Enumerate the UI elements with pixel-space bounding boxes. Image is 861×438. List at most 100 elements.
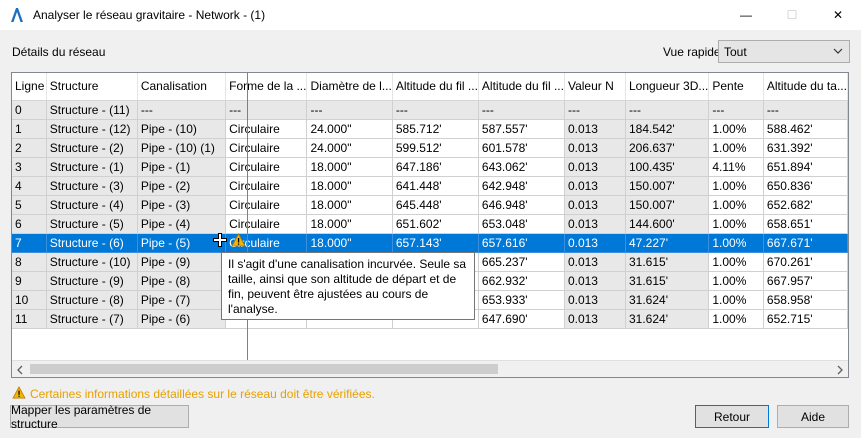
- table-cell[interactable]: 653.933': [478, 290, 565, 310]
- close-button[interactable]: ✕: [815, 0, 861, 30]
- table-cell[interactable]: Structure - (2): [46, 138, 138, 158]
- table-cell[interactable]: 24.000": [306, 138, 393, 158]
- table-cell[interactable]: Structure - (6): [46, 233, 138, 253]
- scroll-right-icon[interactable]: [836, 364, 844, 377]
- table-cell[interactable]: Pipe - (7): [137, 290, 227, 310]
- curved-pipe-warning-icon[interactable]: [231, 233, 246, 250]
- table-cell[interactable]: 18.000": [306, 233, 393, 253]
- table-cell[interactable]: 642.948': [478, 176, 565, 196]
- table-cell[interactable]: 0: [12, 100, 47, 120]
- table-cell[interactable]: 100.435': [625, 157, 710, 177]
- table-cell[interactable]: 7: [12, 233, 47, 253]
- table-row[interactable]: 5 Structure - (4) Pipe - (3) Circulaire 18.0…: [12, 195, 848, 215]
- table-cell[interactable]: Structure - (5): [46, 214, 138, 234]
- table-cell[interactable]: 0.013: [564, 157, 626, 177]
- table-cell[interactable]: 1.00%: [708, 176, 764, 196]
- table-cell[interactable]: 18.000": [306, 157, 393, 177]
- table-cell[interactable]: 653.048': [478, 214, 565, 234]
- table-row[interactable]: 1 Structure - (12) Pipe - (10) Circulaire 24…: [12, 119, 848, 139]
- table-cell[interactable]: 31.615': [625, 271, 710, 291]
- table-cell[interactable]: 8: [12, 252, 47, 272]
- table-cell[interactable]: 2: [12, 138, 47, 158]
- table-cell[interactable]: 5: [12, 195, 47, 215]
- table-cell[interactable]: Structure - (12): [46, 119, 138, 139]
- table-cell[interactable]: ---: [137, 100, 227, 120]
- table-cell[interactable]: Pipe - (10): [137, 119, 227, 139]
- table-cell[interactable]: Pipe - (9): [137, 252, 227, 272]
- table-cell[interactable]: 31.624': [625, 309, 710, 329]
- table-cell[interactable]: 18.000": [306, 176, 393, 196]
- column-header[interactable]: Longueur 3D...: [625, 73, 710, 101]
- table-cell[interactable]: 1.00%: [708, 271, 764, 291]
- table-cell[interactable]: 647.186': [392, 157, 479, 177]
- table-cell[interactable]: Structure - (3): [46, 176, 138, 196]
- table-cell[interactable]: ---: [708, 100, 764, 120]
- table-cell[interactable]: 47.227': [625, 233, 710, 253]
- table-row[interactable]: 6 Structure - (5) Pipe - (4) Circulaire 18.0…: [12, 214, 848, 234]
- table-cell[interactable]: 647.690': [478, 309, 565, 329]
- table-cell[interactable]: Structure - (11): [46, 100, 138, 120]
- table-cell[interactable]: 667.957': [763, 271, 848, 291]
- column-header[interactable]: Altitude du fil ...: [392, 73, 479, 101]
- table-cell[interactable]: Circulaire: [225, 214, 308, 234]
- table-cell[interactable]: 1.00%: [708, 138, 764, 158]
- column-header[interactable]: Canalisation: [137, 73, 227, 101]
- column-header[interactable]: Pente: [708, 73, 764, 101]
- table-cell[interactable]: 1.00%: [708, 195, 764, 215]
- minimize-button[interactable]: —: [723, 0, 769, 30]
- table-cell[interactable]: 0.013: [564, 119, 626, 139]
- table-cell[interactable]: 585.712': [392, 119, 479, 139]
- table-cell[interactable]: 4.11%: [708, 157, 764, 177]
- table-cell[interactable]: 631.392': [763, 138, 848, 158]
- table-cell[interactable]: 0.013: [564, 214, 626, 234]
- table-cell[interactable]: 0.013: [564, 271, 626, 291]
- scrollbar-thumb[interactable]: [30, 364, 498, 374]
- table-cell[interactable]: Circulaire: [225, 119, 308, 139]
- help-button[interactable]: Aide: [777, 405, 849, 428]
- table-cell[interactable]: Pipe - (2): [137, 176, 227, 196]
- column-header[interactable]: Ligne: [12, 73, 47, 101]
- table-cell[interactable]: 1.00%: [708, 252, 764, 272]
- table-cell[interactable]: Pipe - (1): [137, 157, 227, 177]
- table-cell[interactable]: Structure - (1): [46, 157, 138, 177]
- table-cell[interactable]: Circulaire: [225, 157, 308, 177]
- table-cell[interactable]: Pipe - (10) (1): [137, 138, 227, 158]
- horizontal-scrollbar[interactable]: [12, 360, 848, 377]
- table-cell[interactable]: 658.958': [763, 290, 848, 310]
- table-cell[interactable]: Pipe - (6): [137, 309, 227, 329]
- table-cell[interactable]: ---: [564, 100, 626, 120]
- table-cell[interactable]: Circulaire: [225, 195, 308, 215]
- table-cell[interactable]: 650.836': [763, 176, 848, 196]
- table-cell[interactable]: Structure - (7): [46, 309, 138, 329]
- table-cell[interactable]: 18.000": [306, 195, 393, 215]
- table-cell[interactable]: 3: [12, 157, 47, 177]
- table-cell[interactable]: 588.462': [763, 119, 848, 139]
- table-cell[interactable]: 665.237': [478, 252, 565, 272]
- scroll-left-icon[interactable]: [16, 364, 24, 377]
- table-cell[interactable]: 646.948': [478, 195, 565, 215]
- table-cell[interactable]: ---: [763, 100, 848, 120]
- table-cell[interactable]: 1.00%: [708, 233, 764, 253]
- table-cell[interactable]: 658.651': [763, 214, 848, 234]
- table-cell[interactable]: 11: [12, 309, 47, 329]
- table-cell[interactable]: 662.932': [478, 271, 565, 291]
- table-cell[interactable]: ---: [392, 100, 479, 120]
- table-cell[interactable]: 31.615': [625, 252, 710, 272]
- table-cell[interactable]: 652.682': [763, 195, 848, 215]
- column-header[interactable]: Altitude du fil ...: [478, 73, 565, 101]
- table-cell[interactable]: 667.671': [763, 233, 848, 253]
- table-cell[interactable]: ---: [306, 100, 393, 120]
- table-row[interactable]: 3 Structure - (1) Pipe - (1) Circulaire 18.0…: [12, 157, 848, 177]
- table-cell[interactable]: 601.578': [478, 138, 565, 158]
- table-cell[interactable]: 643.062': [478, 157, 565, 177]
- table-cell[interactable]: 10: [12, 290, 47, 310]
- table-cell[interactable]: Pipe - (4): [137, 214, 227, 234]
- table-cell[interactable]: 599.512': [392, 138, 479, 158]
- table-cell[interactable]: 587.557': [478, 119, 565, 139]
- table-cell[interactable]: 31.624': [625, 290, 710, 310]
- table-cell[interactable]: Pipe - (8): [137, 271, 227, 291]
- table-cell[interactable]: Circulaire: [225, 176, 308, 196]
- maximize-button[interactable]: ☐: [769, 0, 815, 30]
- table-cell[interactable]: 184.542': [625, 119, 710, 139]
- table-cell[interactable]: 150.007': [625, 176, 710, 196]
